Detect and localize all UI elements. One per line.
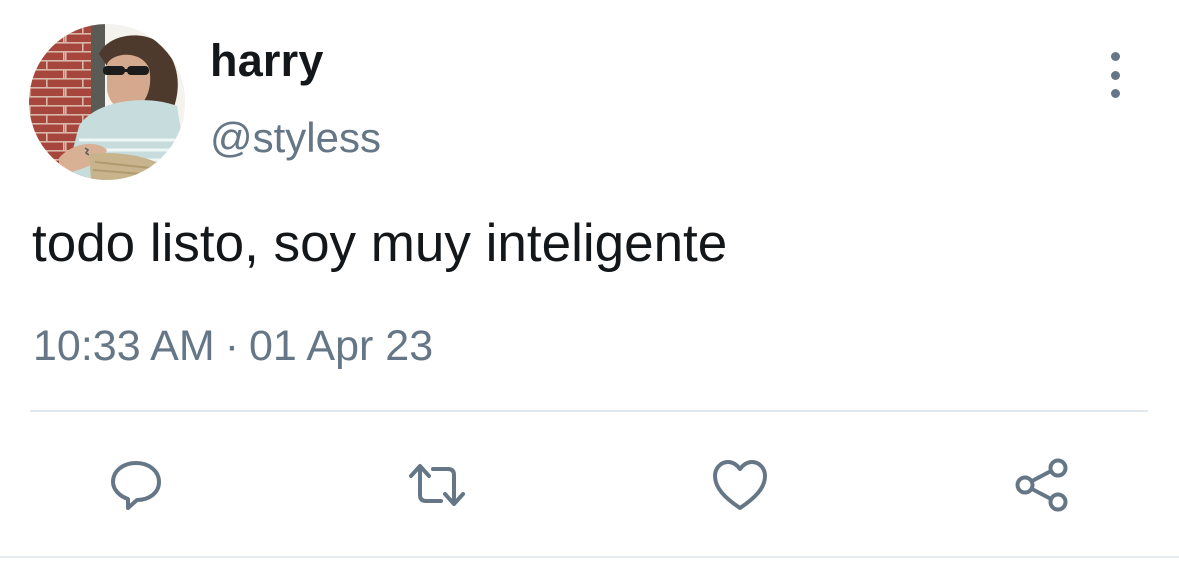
more-vertical-icon-dot [1110, 89, 1120, 98]
card-bottom-border [0, 556, 1179, 558]
reply-icon [111, 461, 161, 510]
display-name[interactable]: harry [210, 38, 324, 83]
more-vertical-icon [1110, 52, 1120, 61]
user-handle[interactable]: @styless [210, 117, 381, 159]
tweet-timestamp: 10:33 AM · 01 Apr 23 [33, 325, 433, 368]
retweet-icon [409, 464, 465, 506]
reply-button[interactable] [106, 455, 166, 515]
tweet-text: todo listo, soy muy inteligente [32, 214, 728, 273]
like-button[interactable] [710, 455, 770, 515]
timestamp-separator: · [224, 322, 240, 370]
retweet-button[interactable] [407, 455, 467, 515]
divider [30, 410, 1148, 412]
share-icon [1015, 458, 1068, 512]
share-button[interactable] [1012, 455, 1072, 515]
tweet-time: 10:33 AM [33, 322, 215, 370]
avatar[interactable] [29, 24, 185, 180]
more-options-button[interactable] [1096, 52, 1134, 98]
tweet-date: 01 Apr 23 [249, 322, 434, 370]
more-vertical-icon-dot [1110, 70, 1120, 80]
avatar-image [29, 24, 185, 180]
heart-icon [713, 460, 767, 510]
tweet-card: harry @styless todo listo, soy muy intel… [0, 0, 1179, 576]
